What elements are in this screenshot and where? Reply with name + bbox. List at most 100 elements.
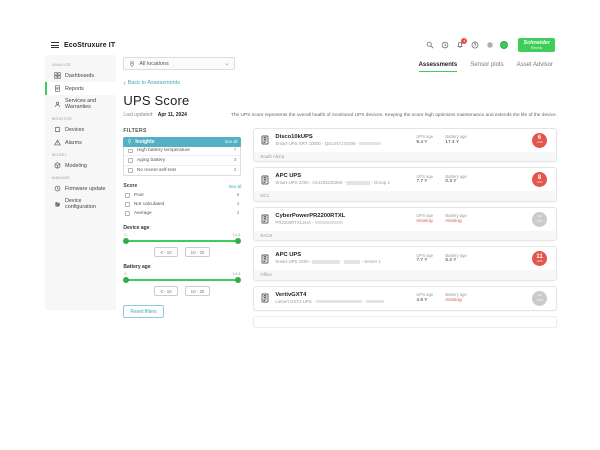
sidebar-item-dashboards[interactable]: Dashboards (45, 69, 116, 82)
subtitle-text: Smart-UPS 2200 - AS1105230260 - (275, 180, 346, 185)
sidebar-section-label: Model (45, 149, 116, 159)
notifications-bell-icon[interactable]: 4 (455, 41, 464, 50)
app-window: EcoStruxure IT 4 (45, 35, 557, 328)
device-age-range-buttons: 0 - 10 10 - 20 (123, 247, 241, 257)
filter-label: Average (134, 211, 233, 216)
search-icon[interactable] (425, 41, 434, 50)
slider-handle-min[interactable] (123, 238, 129, 244)
checkbox[interactable] (128, 168, 133, 173)
location-selector[interactable]: All locations ⌄ (123, 57, 235, 70)
tab-assessments[interactable]: Assessments (419, 62, 458, 72)
ups-age-column: UPS age9.4 Y (416, 134, 440, 146)
score-filter-rows: Poor6Not calculated2Average2 (123, 191, 241, 218)
ups-card[interactable]: CyberPowerPR2200RTXLPR2200RTXL2UA - UPS … (254, 208, 556, 231)
battery-age-slider[interactable] (125, 276, 239, 283)
schneider-electric-logo[interactable]: Schneider Electric (518, 38, 555, 52)
checkbox[interactable] (125, 193, 130, 198)
ups-group: CyberPowerPR2200RTXLPR2200RTXL2UA - UPS … (253, 207, 557, 242)
sidebar-item-alarms[interactable]: Alarms (45, 136, 116, 149)
filter-row-aging-battery[interactable]: Aging battery3 (124, 156, 240, 166)
sidebar-item-modeling[interactable]: Modeling (45, 159, 116, 172)
top-bar: EcoStruxure IT 4 (45, 35, 557, 55)
reset-filters-button[interactable]: Reset filters (123, 305, 163, 318)
redacted-text (346, 181, 370, 185)
modeling-icon (54, 162, 61, 169)
group-location-label: DC1 (254, 191, 556, 201)
score-badge: --/100 (532, 291, 547, 306)
score-see-all-link[interactable]: See all (229, 184, 242, 189)
ups-card[interactable]: APC UPSSmart-UPS 2200 - AS1105230260 - -… (254, 168, 556, 191)
dashboards-icon (54, 72, 61, 79)
ups-name-block: CyberPowerPR2200RTXLPR2200RTXL2UA - (275, 213, 411, 226)
tab-asset-advisor[interactable]: Asset Advisor (517, 62, 553, 72)
ups-age-value: 7.7 Y (416, 179, 440, 185)
ups-subtitle: PR2200RTXL2UA - (275, 220, 411, 226)
history-icon[interactable] (440, 41, 449, 50)
slider-handle-min[interactable] (123, 277, 129, 283)
sidebar-item-devices[interactable]: Devices (45, 123, 116, 136)
battery-age-column: Battery age5.2 Y (445, 253, 527, 265)
battery-age-range-10-20-button[interactable]: 10 - 20 (185, 286, 211, 296)
score-badge: 11/100 (532, 251, 547, 266)
last-updated-date: Apr 11, 2024 (158, 112, 187, 118)
subtitle-text: Liebert GXT4 UPS - (275, 299, 315, 304)
battery-age-column: Battery agemissing (445, 213, 527, 225)
filter-row-average[interactable]: Average2 (123, 209, 241, 218)
insights-filter-header[interactable]: Insights See all (123, 137, 241, 147)
filters-panel: FILTERS Insights See all High battery te… (123, 128, 241, 319)
ups-age-column: UPS age7.7 Y (416, 253, 440, 265)
slider-handle-max[interactable] (235, 238, 241, 244)
checkbox[interactable] (125, 211, 130, 216)
filter-row-high-battery-temperature[interactable]: High battery temperature7 (124, 147, 240, 157)
page-title: UPS Score (123, 93, 557, 108)
sidebar-section-label: Manage (45, 172, 116, 182)
sidebar-item-label: Alarms (65, 140, 82, 146)
device-age-range-10-20-button[interactable]: 10 - 20 (185, 247, 211, 257)
sidebar-item-services-and-warranties[interactable]: Services and Warranties (45, 95, 116, 113)
filter-row-no-recent-self-test[interactable]: No recent self-test2 (124, 166, 240, 176)
filter-row-poor[interactable]: Poor6 (123, 191, 241, 200)
slider-handle-max[interactable] (235, 277, 241, 283)
ups-name-block: VertivGXT4Liebert GXT4 UPS - - (275, 292, 411, 305)
battery-age-range-0-10-button[interactable]: 0 - 10 (154, 286, 177, 296)
checkbox[interactable] (128, 158, 133, 163)
checkbox[interactable] (125, 202, 130, 207)
insights-see-all-link[interactable]: See all (225, 139, 238, 144)
ups-subtitle: Smart-UPS 2200 - - - Server 1 (275, 259, 411, 265)
ups-subtitle: Smart-UPS 2200 - AS1105230260 - - Group … (275, 180, 411, 186)
lightbulb-icon (127, 139, 132, 144)
back-link-label: Back to Assessments (128, 80, 180, 86)
ups-card[interactable]: Disco10kUPSSmart-UPS SRT 10000 - QS14471… (254, 129, 556, 152)
subtitle-text: - Server 1 (360, 259, 381, 264)
subtitle-text: PR2200RTXL2UA - (275, 220, 314, 225)
ups-card[interactable]: VertivGXT4Liebert GXT4 UPS - - UPS age4.… (254, 287, 556, 310)
filter-row-not-calculated[interactable]: Not calculated2 (123, 200, 241, 209)
filter-label: No recent self-test (137, 168, 230, 173)
score-caption: /100 (537, 181, 543, 185)
device-age-range-0-10-button[interactable]: 0 - 10 (154, 247, 177, 257)
user-avatar[interactable] (500, 41, 508, 49)
insights-header-label: Insights (135, 139, 221, 145)
ups-age-column: UPS age4.9 Y (416, 292, 440, 304)
sidebar: AnalyzeDashboardsReportsServices and War… (45, 55, 116, 310)
app-logo: EcoStruxure IT (64, 42, 115, 49)
ups-group: Disco10kUPSSmart-UPS SRT 10000 - QS14471… (253, 128, 557, 163)
device-age-slider[interactable] (125, 237, 239, 244)
help-icon[interactable] (470, 41, 479, 50)
battery-age-value: 5.2 Y (445, 258, 527, 264)
ups-card[interactable]: APC UPSSmart-UPS 2200 - - - Server 1UPS … (254, 247, 556, 270)
filter-label: Not calculated (134, 202, 233, 207)
checkbox[interactable] (128, 149, 133, 154)
ups-subtitle: Smart-UPS SRT 10000 - QS1447172406 - (275, 141, 411, 147)
sidebar-item-firmware-update[interactable]: Firmware update (45, 182, 116, 195)
sidebar-item-device-configuration[interactable]: Device configuration (45, 195, 116, 213)
settings-gear-icon[interactable] (485, 41, 494, 50)
group-location-label: RACK (254, 231, 556, 241)
battery-age-value: missing (445, 219, 527, 225)
tab-sensor-plots[interactable]: Sensor plots (470, 62, 503, 72)
back-link[interactable]: ‹ Back to Assessments (123, 80, 180, 86)
menu-icon[interactable] (51, 41, 59, 50)
ups-age-value: 7.7 Y (416, 258, 440, 264)
score-badge: 8/100 (532, 172, 547, 187)
sidebar-item-reports[interactable]: Reports (45, 82, 116, 95)
